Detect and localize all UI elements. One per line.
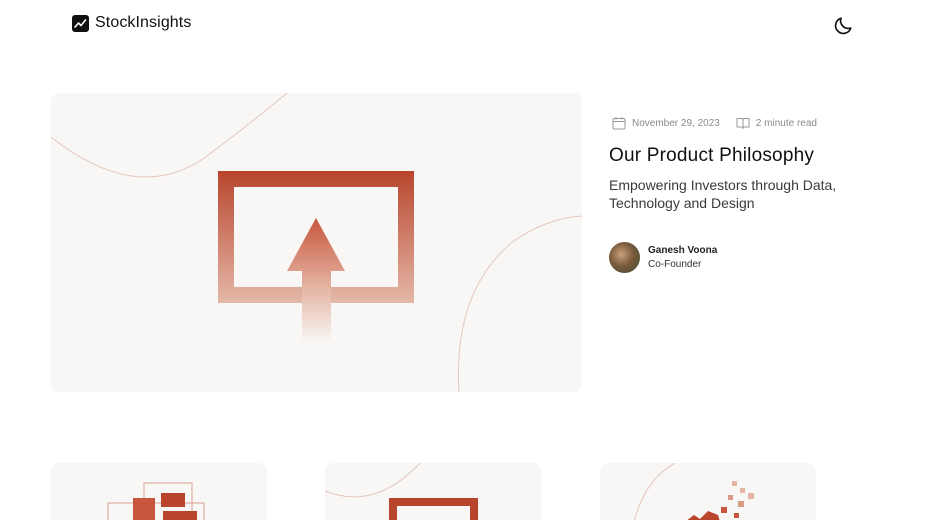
post-read-time: 2 minute read [736, 116, 817, 130]
calendar-icon [612, 117, 626, 130]
post-subtitle: Empowering Investors through Data, Techn… [609, 177, 837, 211]
gear-pixels-illustration [634, 463, 754, 520]
brand-name: StockInsights [95, 14, 192, 31]
author-name: Ganesh Voona [648, 245, 718, 256]
post-card-3[interactable] [600, 463, 816, 520]
post-date-text: November 29, 2023 [632, 117, 720, 129]
upload-arrow-illustration [51, 93, 582, 392]
blocks-illustration [107, 482, 205, 520]
frame-illustration [325, 463, 478, 520]
post-author: Ganesh Voona Co-Founder [609, 242, 717, 273]
book-open-icon [736, 118, 750, 129]
post-date: November 29, 2023 [612, 116, 720, 130]
moon-icon[interactable] [832, 15, 854, 37]
author-avatar [609, 242, 640, 273]
post-card-2[interactable] [325, 463, 541, 520]
brand-logo[interactable]: StockInsights [72, 14, 191, 32]
post-title[interactable]: Our Product Philosophy [609, 145, 814, 167]
chart-trend-icon [72, 14, 89, 32]
post-read-time-text: 2 minute read [755, 117, 817, 129]
author-role: Co-Founder [648, 259, 702, 270]
post-meta: November 29, 2023 2 minute read [612, 116, 817, 130]
page: StockInsights November 29, 2023 2 minute… [0, 0, 925, 520]
featured-post-image[interactable] [51, 93, 582, 392]
post-card-1[interactable] [51, 463, 267, 520]
author-info: Ganesh Voona Co-Founder [648, 245, 717, 270]
